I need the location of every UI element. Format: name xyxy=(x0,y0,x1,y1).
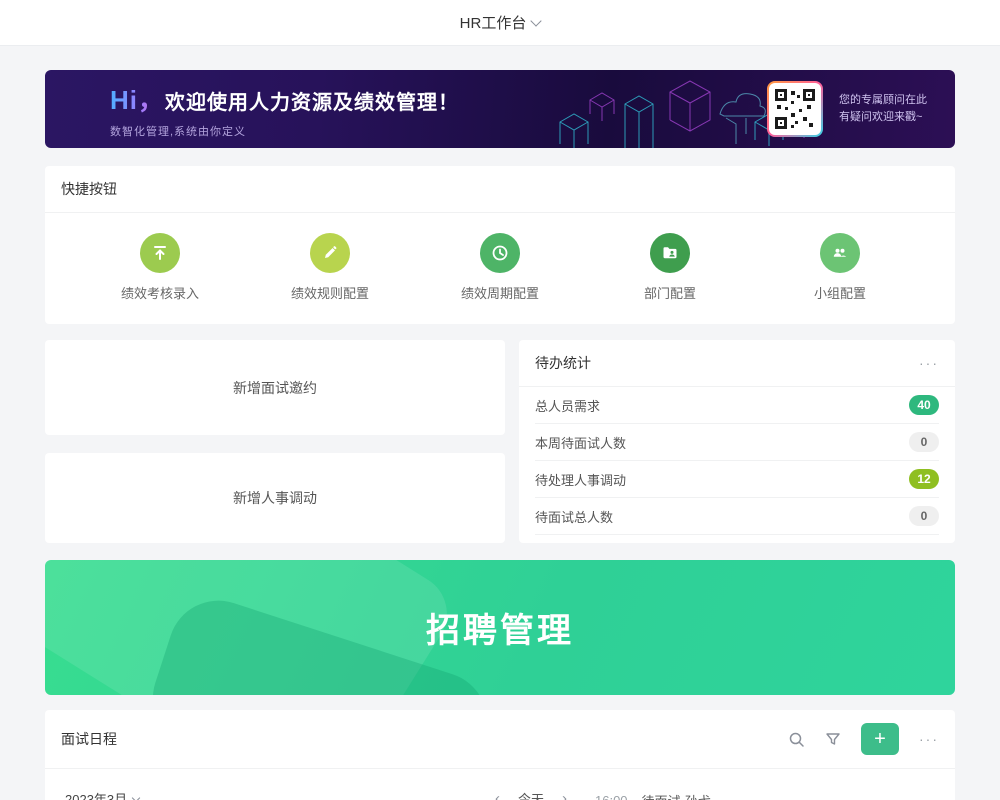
todo-row-label: 总人员需求 xyxy=(535,396,600,415)
todo-stats-title: 待办统计 xyxy=(535,353,591,373)
consultant-text-line1: 您的专属顾问在此 xyxy=(839,92,927,109)
consultant-text-line2: 有疑问欢迎来戳~ xyxy=(839,109,927,126)
today-button[interactable]: 今天 xyxy=(518,789,544,800)
new-interview-invite-button[interactable]: 新增面试邀约 xyxy=(45,340,505,435)
folder-user-icon xyxy=(650,233,690,273)
upload-icon xyxy=(140,233,180,273)
more-icon[interactable]: ··· xyxy=(919,732,939,746)
status-badge: 12 xyxy=(909,469,939,489)
event-item[interactable]: 16:00 待面试-孙弋 xyxy=(595,783,939,800)
quick-button-performance-cycle[interactable]: 绩效周期配置 xyxy=(415,233,585,302)
todo-row-label: 待面试总人数 xyxy=(535,507,613,526)
quick-button-group-config[interactable]: 小组配置 xyxy=(755,233,925,302)
search-icon[interactable] xyxy=(788,731,805,748)
todo-row-week-interviews: 本周待面试人数 0 xyxy=(535,424,939,461)
recruitment-management-banner[interactable]: 招聘管理 xyxy=(45,560,955,695)
chevron-down-icon xyxy=(531,15,542,26)
interview-schedule-title: 面试日程 xyxy=(61,729,117,749)
people-icon xyxy=(820,233,860,273)
consultant-qr-block: 您的专属顾问在此 有疑问欢迎来戳~ xyxy=(767,81,927,137)
calendar-pane: 2023年3月 ‹ 今天 › 一 二 三 四 五 六 日 xyxy=(61,769,581,800)
month-selector[interactable]: 2023年3月 xyxy=(65,789,139,800)
todo-row-label: 待处理人事调动 xyxy=(535,470,626,489)
quick-button-label: 绩效考核录入 xyxy=(121,283,199,302)
quick-buttons-card: 快捷按钮 绩效考核录入 绩效规则配置 绩效周期配置 xyxy=(45,166,955,324)
quick-button-performance-rules[interactable]: 绩效规则配置 xyxy=(245,233,415,302)
quick-button-label: 绩效周期配置 xyxy=(461,283,539,302)
quick-buttons-title: 快捷按钮 xyxy=(61,179,117,199)
greeting-text: Hi， xyxy=(110,80,165,117)
todo-row-total-interviewees: 待面试总人数 0 xyxy=(535,498,939,535)
pencil-icon xyxy=(310,233,350,273)
interview-schedule-card: 面试日程 + ··· 2023年3月 xyxy=(45,710,955,800)
status-badge: 0 xyxy=(909,506,939,526)
new-personnel-transfer-button[interactable]: 新增人事调动 xyxy=(45,453,505,543)
status-badge: 0 xyxy=(909,432,939,452)
event-time: 16:00 xyxy=(595,793,628,800)
consultant-text: 您的专属顾问在此 有疑问欢迎来戳~ xyxy=(839,92,927,126)
app-topbar: HR工作台 xyxy=(0,0,1000,46)
qr-code xyxy=(767,81,823,137)
action-cards-column: 新增面试邀约 新增人事调动 xyxy=(45,340,505,543)
add-event-button[interactable]: + xyxy=(861,723,899,755)
quick-button-department-config[interactable]: 部门配置 xyxy=(585,233,755,302)
quick-buttons-row: 绩效考核录入 绩效规则配置 绩效周期配置 部门配置 xyxy=(45,213,955,324)
todo-row-total-headcount: 总人员需求 40 xyxy=(535,387,939,424)
quick-button-label: 绩效规则配置 xyxy=(291,283,369,302)
next-icon[interactable]: › xyxy=(562,790,567,800)
clock-icon xyxy=(480,233,520,273)
page-title: HR工作台 xyxy=(460,12,527,33)
todo-row-label: 本周待面试人数 xyxy=(535,433,626,452)
quick-button-label: 部门配置 xyxy=(644,283,696,302)
filter-icon[interactable] xyxy=(825,731,841,747)
prev-icon[interactable]: ‹ xyxy=(495,790,500,800)
welcome-banner: Hi， 欢迎使用人力资源及绩效管理！ 数智化管理,系统由你定义 xyxy=(45,70,955,148)
welcome-title: 欢迎使用人力资源及绩效管理！ xyxy=(165,86,459,115)
todo-row-pending-transfers: 待处理人事调动 12 xyxy=(535,461,939,498)
workspace-switcher[interactable]: HR工作台 xyxy=(460,12,541,33)
chevron-down-icon xyxy=(132,793,140,800)
month-label: 2023年3月 xyxy=(65,789,127,800)
quick-button-label: 小组配置 xyxy=(814,283,866,302)
welcome-text-block: Hi， 欢迎使用人力资源及绩效管理！ 数智化管理,系统由你定义 xyxy=(45,80,459,139)
recruitment-banner-title: 招聘管理 xyxy=(426,603,574,652)
todo-stats-card: 待办统计 ··· 总人员需求 40 本周待面试人数 0 待处理人事调动 12 待… xyxy=(519,340,955,543)
main-content: Hi， 欢迎使用人力资源及绩效管理！ 数智化管理,系统由你定义 xyxy=(0,46,1000,800)
quick-button-performance-entry[interactable]: 绩效考核录入 xyxy=(75,233,245,302)
welcome-subtitle: 数智化管理,系统由你定义 xyxy=(110,123,459,139)
event-list-pane: 16:00 待面试-孙弋 xyxy=(581,769,939,800)
more-icon[interactable]: ··· xyxy=(919,356,939,370)
status-badge: 40 xyxy=(909,395,939,415)
event-title: 待面试-孙弋 xyxy=(642,791,711,800)
